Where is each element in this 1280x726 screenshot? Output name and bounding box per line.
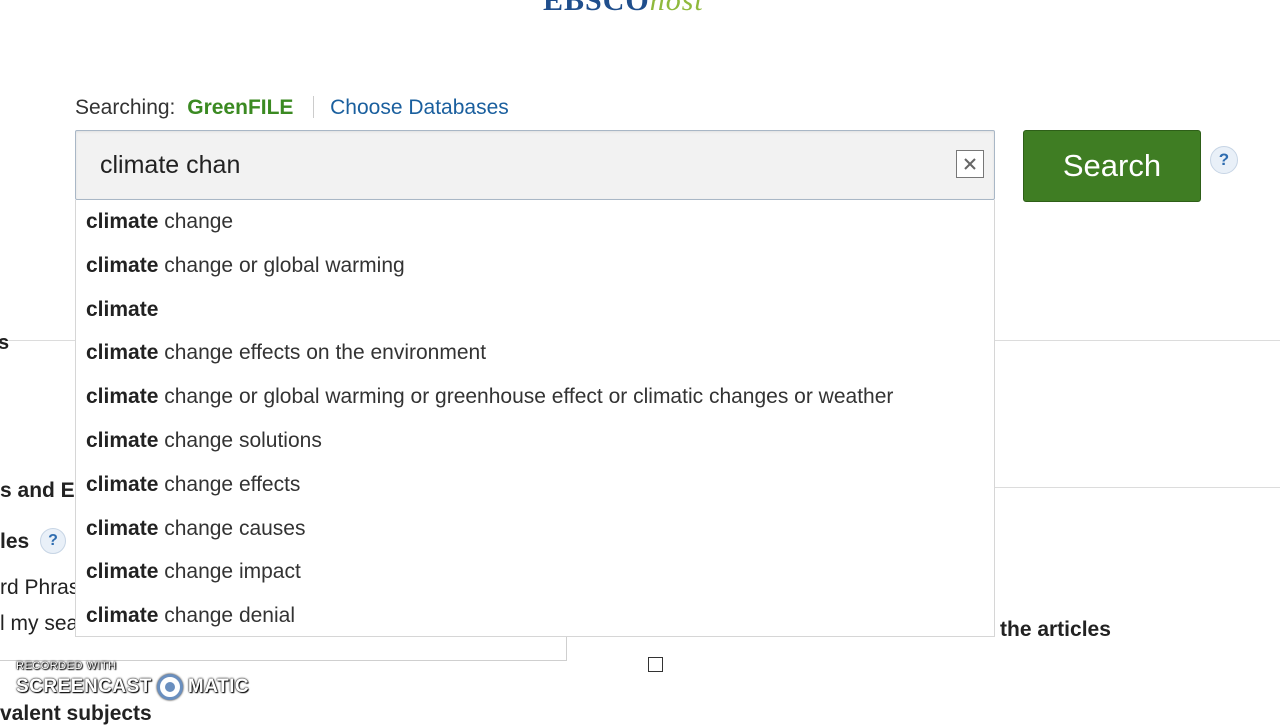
suggestion-rest: change or global warming or greenhouse e… (158, 385, 894, 409)
logo-host-text: host (649, 0, 704, 17)
watermark-logo: SCREENCAST MATIC (16, 674, 249, 700)
suggestion-item[interactable]: climate change effects on the environmen… (76, 331, 994, 375)
suggestion-item[interactable]: climate change impact (76, 550, 994, 594)
suggestion-rest: change denial (158, 604, 295, 628)
suggestion-item[interactable]: climate change or global warming (76, 244, 994, 288)
suggestion-match: climate (86, 253, 159, 277)
suggestion-match: climate (86, 297, 159, 321)
searching-line: Searching: GreenFILE Choose Databases (75, 96, 509, 120)
autocomplete-dropdown: climate change climate change or global … (75, 200, 995, 637)
suggestion-rest: change causes (158, 516, 306, 540)
search-button[interactable]: Search (1023, 130, 1201, 202)
suggestion-match: climate (86, 341, 159, 365)
suggestion-item[interactable]: climate change (76, 200, 994, 244)
suggestion-item[interactable]: climate change denial (76, 594, 994, 638)
suggestion-match: climate (86, 428, 159, 452)
option-label-fragment: the articles (1000, 618, 1111, 641)
watermark-caption: RECORDED WITH (16, 660, 117, 672)
watermark-right-text: MATIC (187, 676, 250, 697)
suggestion-item[interactable]: climate (76, 288, 994, 332)
suggestion-rest: change effects on the environment (158, 341, 487, 365)
suggestion-rest: change solutions (158, 428, 322, 452)
suggestion-rest: change (158, 210, 234, 233)
suggestion-item[interactable]: climate change causes (76, 507, 994, 551)
section-heading-fragment: les (0, 530, 30, 553)
screencast-watermark: RECORDED WITH SCREENCAST MATIC (16, 660, 249, 700)
divider (0, 340, 76, 341)
suggestion-rest: change or global warming (158, 253, 405, 277)
option-checkbox[interactable] (648, 657, 663, 672)
record-icon (156, 674, 183, 700)
close-icon (964, 158, 976, 170)
watermark-left-text: SCREENCAST (16, 676, 152, 697)
section-heading-fragment: s and E (0, 479, 75, 502)
suggestion-match: climate (86, 472, 159, 496)
search-box (75, 130, 995, 200)
help-icon[interactable]: ? (40, 528, 66, 554)
suggestion-rest: change effects (158, 472, 301, 496)
search-input[interactable] (100, 149, 940, 181)
ebscohost-logo[interactable]: EBSCOhost (543, 0, 704, 18)
clear-search-button[interactable] (956, 150, 984, 178)
separator (313, 96, 315, 118)
choose-databases-link[interactable]: Choose Databases (330, 96, 509, 119)
search-help-icon[interactable]: ? (1210, 146, 1238, 174)
current-database: GreenFILE (187, 96, 294, 119)
input-border-fragment (566, 636, 567, 661)
suggestion-item[interactable]: climate change or global warming or gree… (76, 375, 994, 419)
option-label-fragment: valent subjects (0, 702, 152, 725)
suggestion-match: climate (86, 385, 159, 409)
suggestion-item[interactable]: climate change effects (76, 463, 994, 507)
suggestion-rest: change impact (158, 560, 301, 584)
suggestion-match: climate (86, 516, 159, 540)
suggestion-match: climate (86, 560, 159, 584)
search-mode-option-fragment[interactable]: l my sea (0, 612, 78, 636)
suggestion-item[interactable]: climate change solutions (76, 419, 994, 463)
searching-label: Searching: (75, 96, 176, 119)
suggestion-match: climate (86, 210, 159, 233)
suggestion-match: climate (86, 604, 159, 628)
logo-ebsco-text: EBSCO (543, 0, 650, 17)
section-heading-fragment: s (0, 332, 10, 354)
divider (994, 487, 1280, 488)
divider (994, 340, 1280, 341)
search-mode-option-fragment[interactable]: rd Phras (0, 576, 79, 600)
